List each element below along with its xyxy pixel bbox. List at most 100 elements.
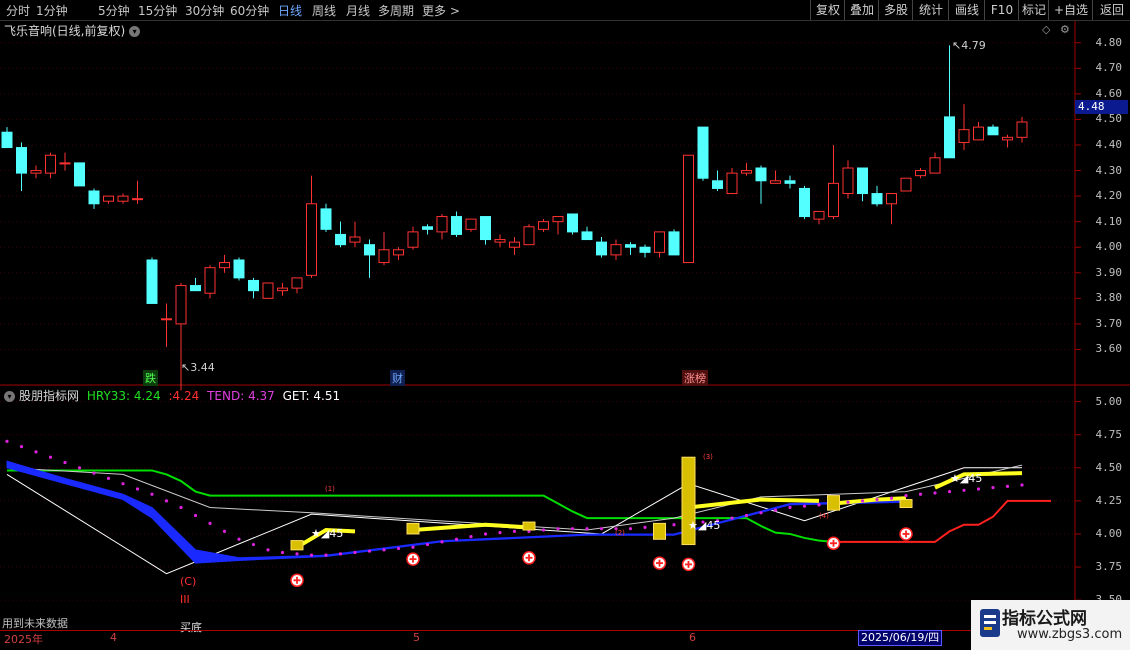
indicator-tick-label: 5.00 (1095, 394, 1123, 408)
candle-body (683, 154, 694, 264)
candle (88, 188, 100, 209)
candle (509, 237, 520, 255)
candle-body (204, 267, 216, 294)
candle (813, 210, 825, 225)
candle (523, 224, 535, 246)
candle-body (59, 162, 71, 165)
candle-body (306, 203, 317, 276)
candle (59, 152, 71, 171)
gold-signal-bar (653, 522, 666, 540)
candle-body (451, 216, 462, 235)
candle (654, 231, 665, 258)
candle-body (813, 210, 825, 220)
candle (16, 142, 27, 191)
hry-value-red-number: 4.24 (172, 389, 200, 403)
candle (581, 226, 593, 241)
candle-body (132, 198, 143, 201)
tend-dot (991, 486, 995, 490)
tend-dot (193, 513, 198, 518)
candle (567, 213, 578, 235)
chart-canvas[interactable] (0, 0, 1130, 650)
wave-mark-2: (2) (615, 529, 625, 537)
price-tick-label: 4.80 (1095, 35, 1123, 49)
candle-body (726, 172, 738, 195)
candle-body (480, 216, 491, 241)
candle-body (828, 182, 839, 218)
tend-dot (875, 497, 879, 502)
candle (248, 277, 259, 299)
candle-body (88, 190, 100, 205)
candle (233, 257, 245, 281)
tend-dot (164, 499, 169, 503)
candle (74, 162, 85, 187)
candle (1016, 116, 1028, 143)
gold-signal-bar (522, 521, 536, 531)
event-toplist-marker[interactable]: 涨榜 (682, 370, 708, 386)
indicator-tick-label: 4.00 (1095, 526, 1123, 540)
indicator-title-row: ▾ 股朋指标网 HRY33: 4.24 :4.24 TEND: 4.37 GET:… (4, 387, 340, 404)
hry-value: 4.24 (133, 389, 161, 403)
tend-dot (63, 460, 67, 465)
price-tick-label: 4.00 (1095, 240, 1123, 254)
tend-dot (817, 503, 821, 507)
gold-signal-bar (290, 540, 304, 551)
tend-dot (730, 516, 734, 520)
watermark-title: 指标公式网 (1002, 609, 1087, 629)
tend-dot (222, 529, 227, 533)
candle (799, 185, 810, 220)
c-annotation: (C) (180, 575, 197, 588)
tend-dot (773, 508, 778, 512)
candle-body (900, 177, 912, 192)
tend-dot (5, 439, 9, 443)
date-label-year: 2025年 (4, 633, 43, 646)
candle (625, 242, 636, 255)
date-label-may: 5 (413, 631, 420, 644)
candle-body (944, 116, 955, 159)
high-price-value: 4.79 (961, 39, 986, 52)
candle (755, 165, 767, 204)
price-tick-label: 4.70 (1095, 61, 1123, 75)
event-fall-marker[interactable]: 跌 (143, 370, 158, 386)
candle (175, 283, 187, 391)
candle (639, 244, 651, 258)
tend-dot (672, 523, 676, 527)
date-label-apr: 4 (110, 631, 117, 644)
tend-dot (77, 466, 82, 470)
candle (857, 167, 868, 202)
low-price-value: 3.44 (190, 361, 215, 374)
indicator-menu-icon[interactable]: ▾ (4, 391, 15, 402)
price-tick-label: 4.10 (1095, 214, 1123, 228)
tend-dot (295, 552, 299, 556)
candle-body (857, 167, 868, 195)
candle (306, 175, 317, 278)
candle (30, 165, 42, 179)
candle (494, 234, 506, 248)
tend-dot (48, 455, 53, 459)
candle-body (233, 259, 245, 279)
candle (987, 124, 999, 136)
tend-dot (425, 542, 430, 547)
candle-body (117, 195, 129, 202)
event-finance-marker[interactable]: 财 (390, 370, 405, 386)
candle (320, 203, 332, 232)
watermark-logo-icon (980, 609, 1000, 637)
candle-body (567, 213, 578, 233)
candle (915, 168, 926, 179)
indicator-tick-label: 3.75 (1095, 560, 1123, 574)
price-tick-label: 4.50 (1095, 112, 1123, 126)
candle-body (799, 187, 810, 218)
tend-dot (802, 504, 807, 508)
candle-body (494, 239, 506, 243)
candlestick-series (1, 45, 1028, 391)
candle-body (248, 279, 259, 292)
price-tick-label: 4.20 (1095, 189, 1123, 203)
candle (480, 216, 491, 245)
date-label-jun: 6 (689, 631, 696, 644)
current-date-box: 2025/06/19/四 (858, 630, 943, 646)
candle-body (465, 218, 477, 230)
candle (132, 180, 143, 204)
candle-body (436, 216, 448, 233)
hry-value-red: :4.24 (168, 389, 200, 403)
tend-dot (860, 499, 865, 503)
candle-body (45, 154, 56, 174)
